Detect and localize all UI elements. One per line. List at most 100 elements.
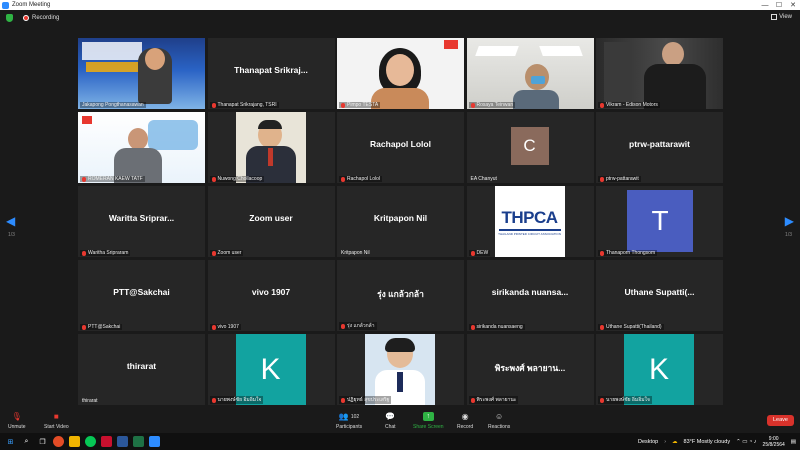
clock[interactable]: 9:00 25/8/2564 bbox=[763, 436, 785, 448]
video-tile[interactable]: Kritpapon Nil Kritpapon Nil bbox=[337, 186, 464, 257]
mic-muted-icon bbox=[470, 324, 475, 330]
mic-muted-icon bbox=[470, 102, 475, 108]
video-tile[interactable]: sirikanda nuansa... sirikanda nuansaeng bbox=[466, 260, 594, 331]
logo-text: THPCA bbox=[501, 207, 558, 227]
view-button[interactable]: View bbox=[771, 14, 792, 20]
clock-date: 25/8/2564 bbox=[762, 441, 785, 448]
minimize-button[interactable]: — bbox=[758, 2, 772, 9]
participant-name: Nuwong Chollacoop bbox=[217, 176, 263, 182]
view-label: View bbox=[779, 14, 792, 20]
unmute-button[interactable]: 🎙 Unmute bbox=[8, 411, 26, 430]
participant-name: ROMERAN KAEW TATF bbox=[88, 176, 143, 182]
video-tile[interactable]: Rosaya Teinwan bbox=[466, 38, 594, 109]
window-title: Zoom Meeting bbox=[12, 2, 51, 8]
tray-icons[interactable]: ⌃ ▭ ◔ ♪ bbox=[736, 439, 756, 445]
participant-name: นายพงษ์ชัย อิ่มอิ่มใจ bbox=[606, 397, 650, 403]
reactions-button[interactable]: ☺ Reactions bbox=[488, 411, 510, 430]
security-shield-icon[interactable] bbox=[6, 14, 13, 22]
participant-display-name: Rachapol Lolol bbox=[370, 139, 431, 149]
video-tile[interactable]: ROMERAN KAEW TATF bbox=[78, 112, 205, 183]
chat-bubble-icon: 💬 bbox=[385, 412, 396, 421]
video-tile[interactable]: Rachapol Lolol Rachapol Lolol bbox=[337, 112, 464, 183]
participants-count: 102 bbox=[350, 413, 360, 420]
participant-name-label: vivo 1907 bbox=[209, 324, 241, 330]
mic-muted-icon bbox=[82, 324, 86, 330]
video-tile[interactable]: Pimpo TESTA bbox=[337, 38, 464, 109]
share-screen-button[interactable]: ↑ Share Screen bbox=[413, 411, 444, 430]
video-tile[interactable]: PTT@Sakchai PTT@Sakchai bbox=[78, 260, 205, 331]
participant-name: Thanapat Srikrajang, TSRI bbox=[217, 102, 277, 108]
zoom-taskbar-icon[interactable] bbox=[149, 436, 160, 447]
video-tile[interactable]: K นายพงษ์ชัย อิ่มอิ่มใจ bbox=[207, 334, 335, 405]
close-button[interactable]: ✕ bbox=[786, 1, 800, 9]
participant-name: พิระพงศ์ พลายานะ bbox=[476, 397, 517, 403]
chrome-icon[interactable] bbox=[53, 436, 64, 447]
unmute-label: Unmute bbox=[8, 424, 26, 430]
start-video-button[interactable]: ■ Start Video bbox=[44, 411, 69, 430]
participant-name: Zoom user bbox=[217, 250, 242, 256]
logo-subtext: THAILAND PRINTED CIRCUIT ASSOCIATION bbox=[498, 231, 561, 236]
participant-avatar: K bbox=[235, 334, 306, 405]
record-button[interactable]: ◉ Record bbox=[457, 411, 473, 430]
participant-name: Jakapong Pongthanasawan bbox=[82, 102, 144, 108]
word-icon[interactable] bbox=[117, 436, 128, 447]
participant-display-name: Zoom user bbox=[249, 213, 293, 223]
desktop-label[interactable]: Desktop bbox=[638, 439, 658, 445]
mic-muted-icon bbox=[600, 176, 604, 182]
gallery-grid: Jakapong Pongthanasawan Thanapat Srikraj… bbox=[78, 38, 723, 406]
video-tile[interactable]: Jakapong Pongthanasawan bbox=[78, 38, 205, 109]
participant-video bbox=[78, 112, 205, 183]
maximize-button[interactable]: ☐ bbox=[772, 1, 786, 9]
mic-muted-icon bbox=[82, 250, 86, 256]
video-tile[interactable]: T Thanaporn Thongsom bbox=[596, 186, 723, 257]
participant-display-name: รุ่ง แกล้วกล้า bbox=[377, 289, 424, 299]
participant-name-label: Rosaya Teinwan bbox=[468, 102, 516, 108]
task-view-icon[interactable]: ❐ bbox=[37, 436, 48, 447]
video-tile[interactable]: ปฏิยุทธ์ สุขประเสริฐ bbox=[337, 334, 464, 405]
video-tile[interactable]: Vikram - Edison Motors bbox=[596, 38, 723, 109]
page-indicator-left: 1/3 bbox=[8, 232, 15, 238]
participant-name-label: Uthane Supatti(Thailand) bbox=[598, 324, 664, 330]
video-tile[interactable]: Zoom user Zoom user bbox=[207, 186, 335, 257]
line-app-icon[interactable] bbox=[85, 436, 96, 447]
video-tile[interactable]: thirarat thirarat bbox=[78, 334, 205, 405]
mic-muted-icon bbox=[341, 397, 345, 403]
participant-name: Kritpapon Nil bbox=[341, 250, 370, 256]
start-video-label: Start Video bbox=[44, 424, 69, 430]
chevron-icon[interactable]: › bbox=[664, 439, 666, 445]
search-icon[interactable]: ⌕ bbox=[21, 436, 32, 447]
video-tile[interactable]: ptrw-pattarawit ptrw-pattarawit bbox=[596, 112, 723, 183]
file-explorer-icon[interactable] bbox=[69, 436, 80, 447]
video-tile[interactable]: C EA Chanyut bbox=[466, 112, 594, 183]
participant-photo bbox=[365, 334, 435, 405]
participant-name-label: Pimpo TESTA bbox=[339, 102, 381, 108]
video-tile[interactable]: รุ่ง แกล้วกล้า รุ่ง แกล้วกล้า bbox=[337, 260, 464, 331]
leave-button[interactable]: Leave bbox=[767, 415, 794, 426]
mic-muted-icon bbox=[470, 397, 475, 403]
windows-start-icon[interactable]: ⊞ bbox=[5, 436, 16, 447]
notification-icon[interactable]: ▤ bbox=[791, 439, 796, 445]
chat-button[interactable]: 💬 Chat bbox=[385, 411, 396, 430]
mic-muted-icon bbox=[341, 176, 345, 182]
video-tile[interactable]: vivo 1907 vivo 1907 bbox=[207, 260, 335, 331]
record-label: Record bbox=[457, 424, 474, 430]
video-tile[interactable]: พิระพงศ์ พลายาน... พิระพงศ์ พลายานะ bbox=[466, 334, 594, 405]
previous-page-arrow-icon[interactable]: ◀ bbox=[6, 214, 15, 228]
video-tile[interactable]: Nuwong Chollacoop bbox=[207, 112, 335, 183]
excel-icon[interactable] bbox=[133, 436, 144, 447]
mic-muted-icon bbox=[211, 250, 216, 256]
mic-muted-icon bbox=[341, 323, 345, 329]
participant-name-label: Jakapong Pongthanasawan bbox=[80, 102, 146, 108]
participant-name-label: Thanapat Srikrajang, TSRI bbox=[209, 102, 279, 108]
video-tile[interactable]: Thanapat Srikraj... Thanapat Srikrajang,… bbox=[207, 38, 335, 109]
weather-text[interactable]: 83°F Mostly cloudy bbox=[684, 439, 731, 445]
next-page-arrow-icon[interactable]: ▶ bbox=[785, 214, 794, 228]
mic-muted-icon bbox=[470, 250, 475, 256]
video-tile[interactable]: Uthane Supatti(... Uthane Supatti(Thaila… bbox=[596, 260, 723, 331]
video-tile[interactable]: K นายพงษ์ชัย อิ่มอิ่มใจ bbox=[596, 334, 723, 405]
acrobat-icon[interactable] bbox=[101, 436, 112, 447]
video-tile[interactable]: Waritta Sriprar... Waritha Sripraram bbox=[78, 186, 205, 257]
video-tile[interactable]: THPCA THAILAND PRINTED CIRCUIT ASSOCIATI… bbox=[466, 186, 594, 257]
participant-name-label: ปฏิยุทธ์ สุขประเสริฐ bbox=[339, 396, 392, 404]
participants-button[interactable]: 👥 102 Participants bbox=[336, 411, 362, 430]
